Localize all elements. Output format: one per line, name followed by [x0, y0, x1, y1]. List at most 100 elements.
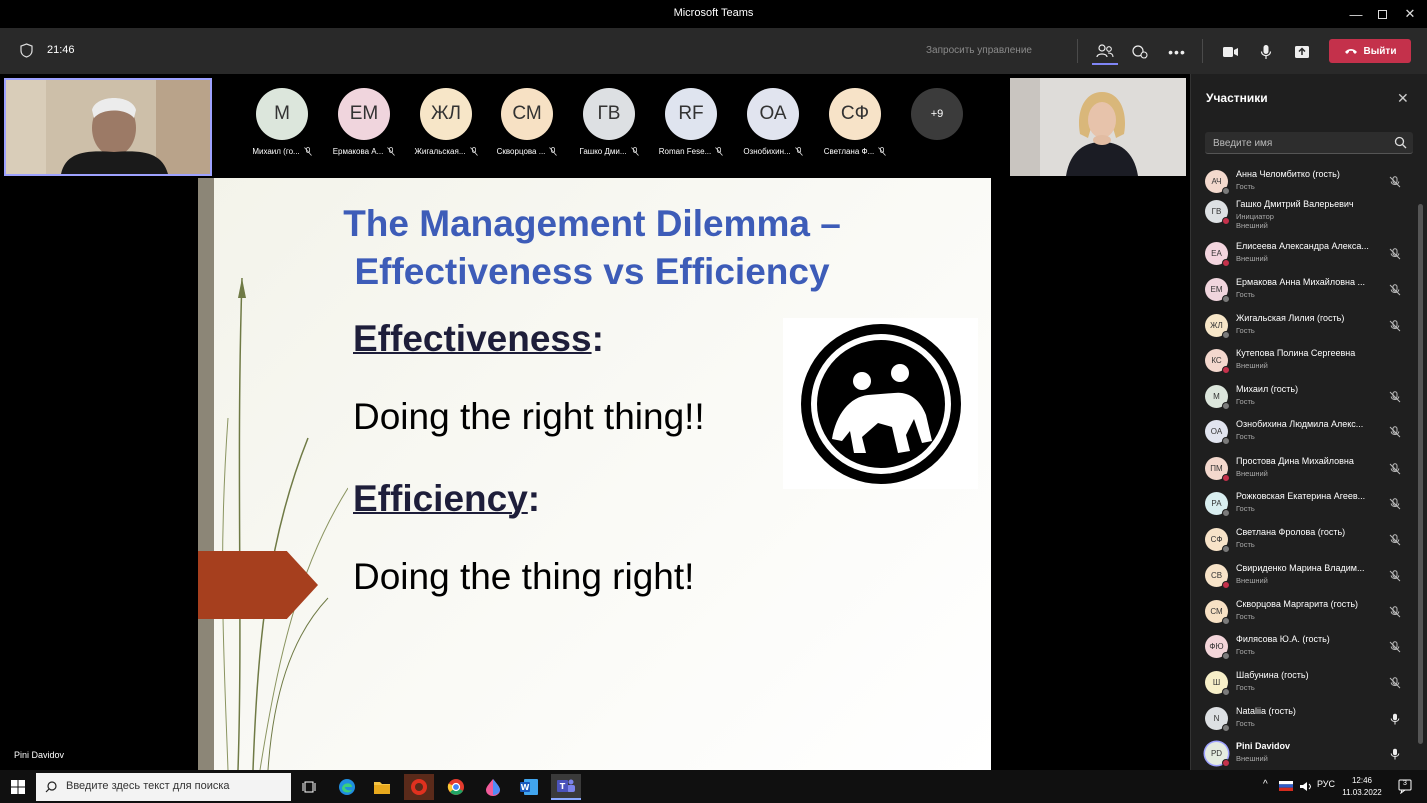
participant-row[interactable]: РА Рожковская Екатерина Агеев... Гость	[1191, 488, 1413, 522]
slide-title: The Management Dilemma – Effectiveness v…	[238, 200, 946, 296]
participant-row[interactable]: Ш Шабунина (гость) Гость	[1191, 667, 1413, 701]
participant-list-scrollbar[interactable]	[1418, 204, 1423, 744]
participant-tile[interactable]: СФ Светлана Ф...	[816, 88, 894, 156]
taskbar-presentation-app[interactable]	[404, 774, 434, 800]
mic-off-icon[interactable]	[1389, 641, 1401, 653]
taskbar-file-explorer[interactable]	[367, 774, 397, 800]
camera-button[interactable]	[1217, 39, 1243, 65]
toolbar-divider	[1202, 39, 1203, 63]
close-window-button[interactable]: ✕	[1392, 0, 1427, 28]
participant-row[interactable]: ЕМ Ермакова Анна Михайловна ... Гость	[1191, 274, 1413, 308]
microphone-button[interactable]	[1253, 39, 1279, 65]
slide-wrestling-image	[783, 318, 978, 489]
participant-tile[interactable]: ЕМ Ермакова А...	[325, 88, 403, 156]
more-actions-button[interactable]: •••	[1164, 39, 1190, 65]
mic-off-icon[interactable]	[1389, 606, 1401, 618]
participant-name: Roman Fese...	[658, 147, 712, 156]
presenter-video-tile[interactable]	[4, 78, 212, 176]
participant-name-row: Скворцова ...	[488, 147, 566, 156]
volume-icon[interactable]	[1299, 781, 1312, 792]
participant-row[interactable]: КС Кутепова Полина Сергеевна Внешний	[1191, 345, 1413, 379]
tray-expand-button[interactable]: ^	[1263, 779, 1268, 790]
request-control-button[interactable]: Запросить управление	[926, 45, 1032, 56]
russian-flag-icon[interactable]	[1279, 781, 1293, 791]
taskbar-clock[interactable]: 12:46 11.03.2022	[1340, 775, 1384, 799]
participant-row[interactable]: ЕА Елисеева Александра Алекса... Внешний	[1191, 238, 1413, 272]
participant-row[interactable]: ЖЛ Жигальская Лилия (гость) Гость	[1191, 310, 1413, 344]
windows-taskbar: W T ^ РУС 12:46 11.03.2022 3	[0, 770, 1427, 803]
participant-name: Pini Davidov	[1236, 741, 1291, 751]
participants-button[interactable]	[1092, 39, 1118, 65]
participant-row[interactable]: ОА Ознобихина Людмила Алекс... Гость	[1191, 416, 1413, 450]
participant-tile[interactable]: ГВ Гашко Дми...	[570, 88, 648, 156]
participant-video-tile[interactable]	[1010, 78, 1186, 176]
slide-grass-decoration	[222, 277, 348, 770]
participant-avatar: ЖЛ	[420, 88, 472, 140]
participant-row[interactable]: ГВ Гашко Дмитрий Валерьевич Инициатор Внешн…	[1191, 196, 1413, 230]
taskbar-paint-app[interactable]	[478, 774, 508, 800]
mic-off-icon[interactable]	[1389, 426, 1401, 438]
leave-button[interactable]: Выйти	[1329, 39, 1411, 63]
mic-off-icon[interactable]	[1389, 320, 1401, 332]
participant-row[interactable]: СВ Свириденко Марина Владим... Внешний	[1191, 560, 1413, 594]
slide-title-line-2: Effectiveness vs Efficiency	[354, 251, 830, 292]
participant-row[interactable]: АЧ Анна Челомбитко (гость) Гость	[1191, 166, 1413, 200]
mic-off-icon	[303, 147, 312, 156]
mic-off-icon[interactable]	[1389, 498, 1401, 510]
participant-name: Скворцова Маргарита (гость)	[1236, 599, 1359, 609]
mic-off-icon[interactable]	[1389, 248, 1401, 260]
mic-off-icon[interactable]	[1389, 391, 1401, 403]
chat-icon	[1132, 45, 1148, 59]
chat-button[interactable]	[1127, 39, 1153, 65]
presence-status-icon	[1222, 509, 1230, 517]
participant-row[interactable]: М Михаил (гость) Гость	[1191, 381, 1413, 415]
mic-off-icon[interactable]	[1389, 284, 1401, 296]
participant-row[interactable]: ПМ Простова Дина Михайловна Внешний	[1191, 453, 1413, 487]
mic-off-icon[interactable]	[1389, 463, 1401, 475]
search-icon[interactable]	[1394, 136, 1407, 149]
participant-search-input[interactable]	[1213, 135, 1383, 151]
participant-name: Простова Дина Михайловна	[1236, 456, 1354, 466]
teams-icon: T	[557, 779, 575, 792]
task-view-button[interactable]	[294, 774, 324, 800]
presence-status-icon	[1222, 217, 1230, 225]
share-screen-button[interactable]	[1289, 39, 1315, 65]
participant-row[interactable]: PD Pini Davidov Внешний	[1191, 738, 1413, 770]
participant-tile[interactable]: ЖЛ Жигальская...	[407, 88, 485, 156]
input-language[interactable]: РУС	[1317, 779, 1335, 789]
more-participants-tile[interactable]: +9	[898, 88, 976, 140]
taskbar-edge[interactable]	[332, 774, 362, 800]
mic-off-icon[interactable]	[1389, 677, 1401, 689]
microphone-icon[interactable]	[1389, 713, 1401, 725]
presence-status-icon	[1222, 617, 1230, 625]
participant-tile[interactable]: ОА Ознобихин...	[734, 88, 812, 156]
close-icon: ✕	[1397, 90, 1409, 106]
mic-off-icon[interactable]	[1389, 570, 1401, 582]
microphone-icon[interactable]	[1389, 748, 1401, 760]
mic-off-icon[interactable]	[1389, 534, 1401, 546]
participant-row[interactable]: ФЮ Филясова Ю.А. (гость) Гость	[1191, 631, 1413, 665]
participant-name: Nataliia (гость)	[1236, 706, 1296, 716]
taskbar-chrome[interactable]	[441, 774, 471, 800]
mic-off-icon	[469, 147, 478, 156]
participant-tile[interactable]: RF Roman Fese...	[652, 88, 730, 156]
mic-off-icon[interactable]	[1389, 176, 1401, 188]
notifications-button[interactable]: 3	[1397, 778, 1413, 795]
taskbar-teams[interactable]: T	[551, 774, 581, 800]
participant-row[interactable]: СМ Скворцова Маргарита (гость) Гость	[1191, 596, 1413, 630]
share-icon	[1295, 46, 1309, 58]
participant-row[interactable]: СФ Светлана Фролова (гость) Гость	[1191, 524, 1413, 558]
toolbar-divider	[1077, 39, 1078, 63]
windows-logo-icon	[11, 780, 25, 794]
participant-name: Ермакова А...	[332, 147, 384, 156]
folder-icon	[374, 781, 390, 794]
participant-tile[interactable]: СМ Скворцова ...	[488, 88, 566, 156]
panel-close-button[interactable]: ✕	[1397, 90, 1409, 107]
participant-tile[interactable]: М Михаил (го...	[243, 88, 321, 156]
meeting-toolbar: 21:46 Запросить управление ••• Выйти	[0, 28, 1427, 74]
taskbar-search-input[interactable]	[66, 780, 281, 792]
start-button[interactable]	[3, 774, 33, 800]
participant-row[interactable]: N Nataliia (гость) Гость	[1191, 703, 1413, 737]
taskbar-word[interactable]: W	[514, 774, 544, 800]
participant-avatar: М	[256, 88, 308, 140]
